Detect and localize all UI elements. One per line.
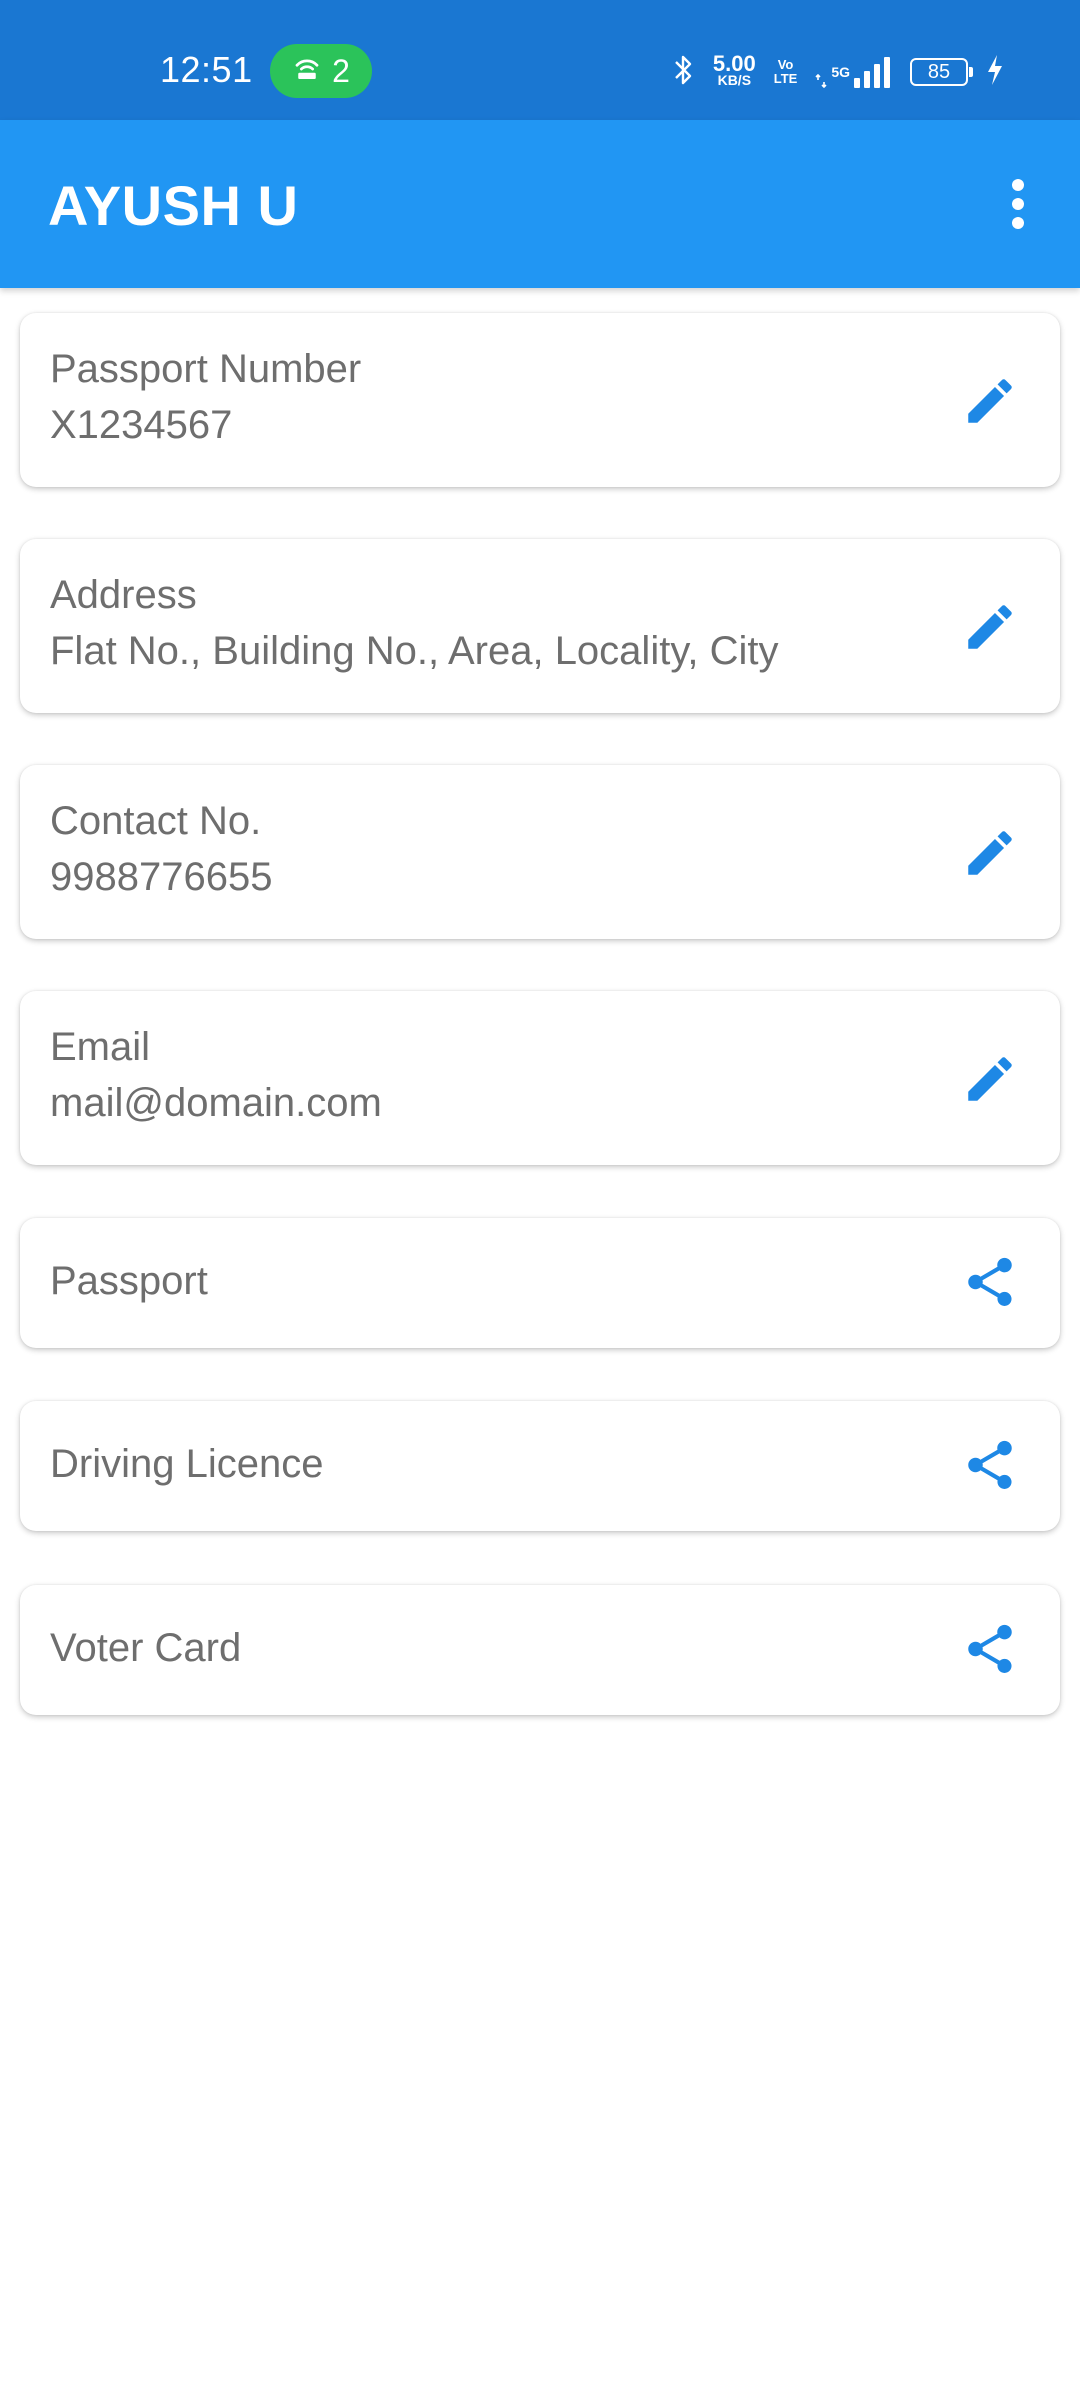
edit-icon[interactable] (950, 361, 1030, 441)
card-value: X1234567 (50, 403, 233, 447)
network-speed: 5.00 KB/S (712, 51, 756, 89)
volte-top: Vo (777, 57, 794, 72)
volte-bottom: LTE (773, 71, 798, 86)
app-bar: AYUSH U (0, 120, 1080, 288)
passport-document-card[interactable]: Passport (20, 1218, 1060, 1348)
card-label: Voter Card (50, 1626, 242, 1670)
card-value: 9988776655 (50, 855, 273, 899)
page-title: AYUSH U (48, 174, 299, 237)
hotspot-icon (292, 54, 322, 89)
edit-icon[interactable] (950, 587, 1030, 667)
share-icon[interactable] (950, 1242, 1030, 1322)
voter-card-card[interactable]: Voter Card (20, 1585, 1060, 1715)
card-label: Passport Number (50, 347, 362, 391)
card-value: Flat No., Building No., Area, Locality, … (50, 629, 779, 673)
volte-indicator: Vo LTE (774, 58, 798, 86)
signal-icon: 5G (815, 56, 892, 88)
contact-number-card: Contact No. 9988776655 (20, 765, 1060, 939)
address-card: Address Flat No., Building No., Area, Lo… (20, 539, 1060, 713)
email-card: Email mail@domain.com (20, 991, 1060, 1165)
card-label: Driving Licence (50, 1442, 324, 1486)
share-icon[interactable] (950, 1425, 1030, 1505)
battery-icon: 85 (910, 58, 973, 86)
hotspot-indicator[interactable]: 2 (270, 44, 372, 98)
card-label: Email (50, 1025, 151, 1069)
share-icon[interactable] (950, 1609, 1030, 1689)
card-value: mail@domain.com (50, 1081, 382, 1125)
card-label: Passport (50, 1259, 208, 1303)
network-type: 5G (831, 64, 850, 80)
edit-icon[interactable] (950, 1039, 1030, 1119)
passport-number-card: Passport Number X1234567 (20, 313, 1060, 487)
card-label: Contact No. (50, 799, 262, 843)
more-vert-icon[interactable] (986, 172, 1050, 236)
status-bar: 12:51 2 5.00 KB/S Vo LTE 5G 85 (0, 0, 1080, 120)
edit-icon[interactable] (950, 813, 1030, 893)
bluetooth-icon (673, 53, 695, 92)
network-speed-unit: KB/S (717, 72, 752, 88)
battery-level: 85 (927, 60, 951, 83)
network-speed-value: 5.00 (712, 51, 756, 76)
card-label: Address (50, 573, 197, 617)
charging-icon (986, 54, 1004, 91)
status-time: 12:51 (160, 49, 253, 90)
hotspot-count: 2 (332, 52, 350, 89)
driving-licence-card[interactable]: Driving Licence (20, 1401, 1060, 1531)
